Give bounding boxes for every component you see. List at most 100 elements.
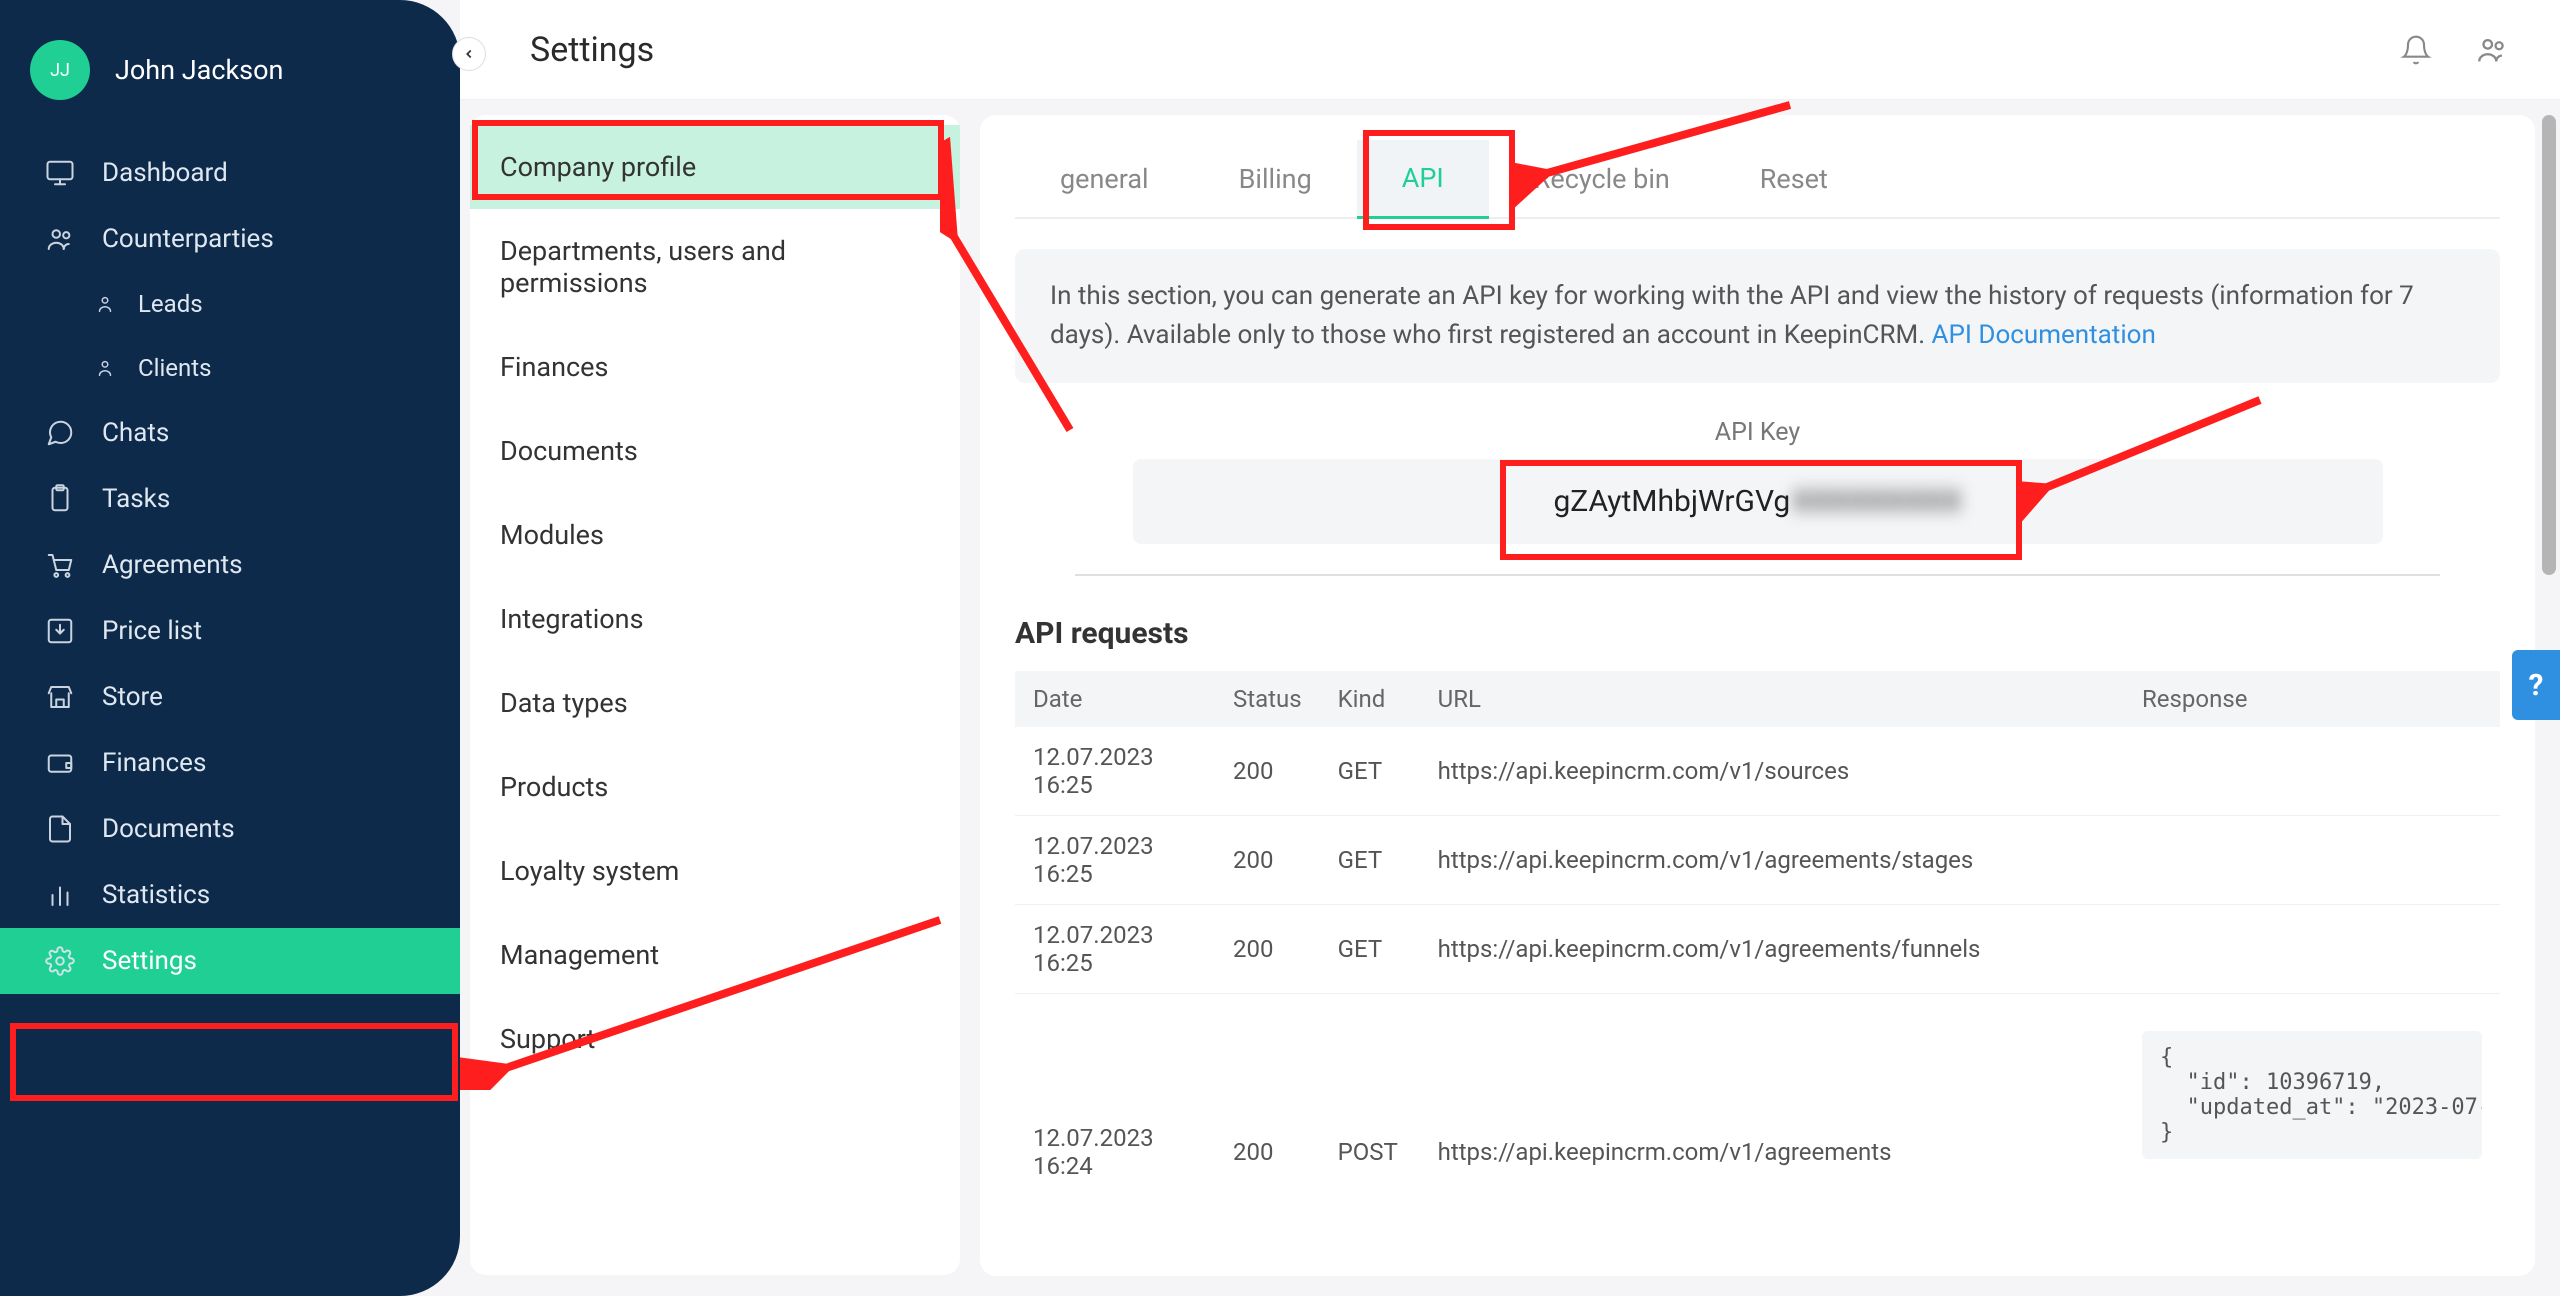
nav-item-label: Settings [102, 946, 197, 976]
nav-item-finances[interactable]: Finances [0, 730, 460, 796]
settings-item-loyalty-system[interactable]: Loyalty system [470, 829, 960, 913]
cell-status: 200 [1215, 727, 1320, 816]
settings-item-integrations[interactable]: Integrations [470, 577, 960, 661]
stats-icon [40, 880, 80, 910]
settings-item-products[interactable]: Products [470, 745, 960, 829]
col-kind: Kind [1320, 671, 1420, 727]
cart-icon [40, 550, 80, 580]
cell-response: { "id": 10396719, "updated_at": "2023-07… [2124, 994, 2500, 1197]
nav-item-label: Chats [102, 418, 169, 448]
gear-icon [40, 946, 80, 976]
tab-reset[interactable]: Reset [1715, 141, 1873, 217]
settings-item-departments-users-and-permissions[interactable]: Departments, users and permissions [470, 209, 960, 325]
cell-status: 200 [1215, 905, 1320, 994]
response-json: { "id": 10396719, "updated_at": "2023-07… [2142, 1031, 2482, 1159]
cell-kind: POST [1320, 994, 1420, 1197]
wallet-icon [40, 748, 80, 778]
user-name: John Jackson [115, 54, 283, 86]
cell-date: 12.07.2023 16:25 [1015, 727, 1215, 816]
tab-general[interactable]: general [1015, 141, 1194, 217]
cell-date: 12.07.2023 16:25 [1015, 816, 1215, 905]
nav-item-statistics[interactable]: Statistics [0, 862, 460, 928]
nav-item-documents[interactable]: Documents [0, 796, 460, 862]
cell-kind: GET [1320, 816, 1420, 905]
nav-item-tasks[interactable]: Tasks [0, 466, 460, 532]
scrollbar-thumb[interactable] [2542, 115, 2556, 575]
avatar: JJ [30, 40, 90, 100]
cell-url: https://api.keepincrm.com/v1/sources [1420, 727, 2124, 816]
col-url: URL [1420, 671, 2124, 727]
tab-billing[interactable]: Billing [1194, 141, 1357, 217]
settings-item-finances[interactable]: Finances [470, 325, 960, 409]
people-icon[interactable] [2474, 32, 2510, 68]
user-row[interactable]: JJ John Jackson [0, 20, 460, 140]
cell-url: https://api.keepincrm.com/v1/agreements/… [1420, 816, 2124, 905]
main-panel: generalBillingAPIRecycle binReset In thi… [980, 115, 2535, 1276]
cell-response [2124, 905, 2500, 994]
api-info-text: In this section, you can generate an API… [1050, 281, 2414, 350]
cell-status: 200 [1215, 816, 1320, 905]
nav-item-counterparties[interactable]: Counterparties [0, 206, 460, 272]
person-sm-icon [90, 293, 120, 315]
nav-item-label: Tasks [102, 484, 170, 514]
top-header: Settings [460, 0, 2560, 100]
nav-item-label: Documents [102, 814, 235, 844]
table-row: 12.07.2023 16:25200GEThttps://api.keepin… [1015, 816, 2500, 905]
cell-date: 12.07.2023 16:24 [1015, 994, 1215, 1197]
download-box-icon [40, 616, 80, 646]
nav-item-price-list[interactable]: Price list [0, 598, 460, 664]
tab-recycle-bin[interactable]: Recycle bin [1489, 141, 1715, 217]
nav-item-dashboard[interactable]: Dashboard [0, 140, 460, 206]
settings-submenu: Company profileDepartments, users and pe… [470, 115, 960, 1275]
nav-item-label: Clients [138, 354, 212, 382]
settings-item-management[interactable]: Management [470, 913, 960, 997]
col-date: Date [1015, 671, 1215, 727]
divider [1075, 574, 2440, 576]
tab-api[interactable]: API [1357, 140, 1489, 219]
nav-item-label: Finances [102, 748, 206, 778]
api-key-label: API Key [1015, 418, 2500, 447]
nav-item-leads[interactable]: Leads [0, 272, 460, 336]
cell-date: 12.07.2023 16:25 [1015, 905, 1215, 994]
table-row: 12.07.2023 16:25200GEThttps://api.keepin… [1015, 905, 2500, 994]
api-key-value[interactable]: gZAytMhbjWrGVgXXXXXXXXX [1133, 459, 2383, 544]
people-icon [40, 224, 80, 254]
settings-item-company-profile[interactable]: Company profile [470, 125, 960, 209]
store-icon [40, 682, 80, 712]
nav-item-agreements[interactable]: Agreements [0, 532, 460, 598]
nav-item-store[interactable]: Store [0, 664, 460, 730]
nav-item-label: Dashboard [102, 158, 228, 188]
left-nav: JJ John Jackson Dashboard Counterparties L… [0, 0, 460, 1296]
nav-item-clients[interactable]: Clients [0, 336, 460, 400]
chat-icon [40, 418, 80, 448]
nav-item-label: Statistics [102, 880, 210, 910]
page-title: Settings [530, 30, 654, 70]
nav-item-label: Leads [138, 290, 203, 318]
cell-url: https://api.keepincrm.com/v1/agreements [1420, 994, 2124, 1197]
settings-item-modules[interactable]: Modules [470, 493, 960, 577]
nav-item-settings[interactable]: Settings [0, 928, 460, 994]
settings-item-data-types[interactable]: Data types [470, 661, 960, 745]
nav-item-label: Counterparties [102, 224, 274, 254]
nav-item-chats[interactable]: Chats [0, 400, 460, 466]
col-response: Response [2124, 671, 2500, 727]
cell-response [2124, 816, 2500, 905]
cell-response [2124, 727, 2500, 816]
col-status: Status [1215, 671, 1320, 727]
api-key-hidden: XXXXXXXXX [1792, 484, 1961, 519]
bell-icon[interactable] [2398, 32, 2434, 68]
api-info-box: In this section, you can generate an API… [1015, 249, 2500, 383]
tabs: generalBillingAPIRecycle binReset [1015, 140, 2500, 219]
chevron-left-icon [462, 47, 476, 61]
person-sm-icon [90, 357, 120, 379]
scrollbar[interactable] [2542, 115, 2556, 1276]
settings-item-documents[interactable]: Documents [470, 409, 960, 493]
cell-kind: GET [1320, 727, 1420, 816]
api-key-visible: gZAytMhbjWrGVg [1553, 484, 1790, 519]
collapse-sidebar-button[interactable] [452, 37, 486, 71]
monitor-icon [40, 158, 80, 188]
cell-status: 200 [1215, 994, 1320, 1197]
cell-kind: GET [1320, 905, 1420, 994]
settings-item-support[interactable]: Support [470, 997, 960, 1081]
api-documentation-link[interactable]: API Documentation [1932, 320, 2156, 350]
